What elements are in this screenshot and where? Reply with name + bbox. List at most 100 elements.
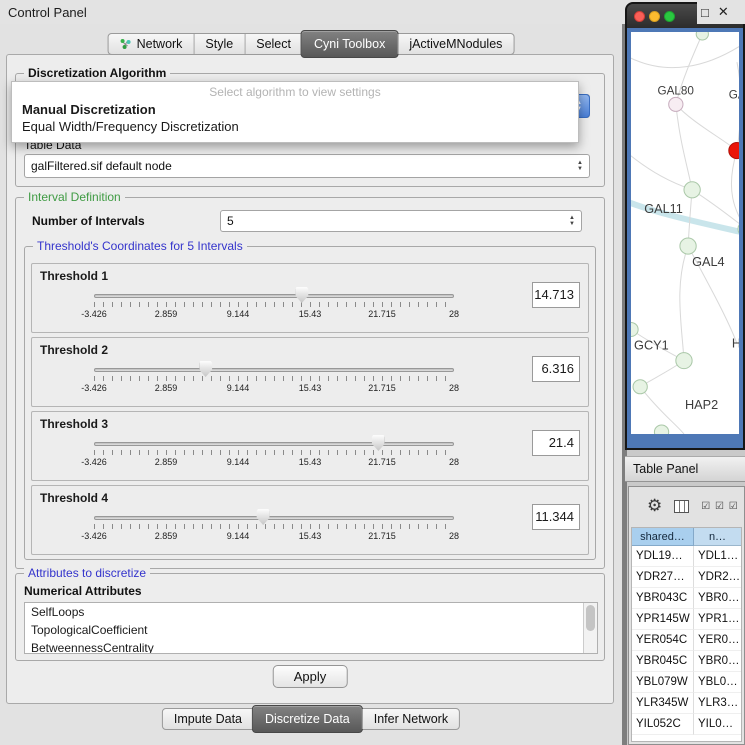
minimize-traffic-light-icon[interactable] — [649, 11, 660, 22]
network-node-selected-red[interactable] — [729, 143, 739, 159]
threshold-scale: -3.4262.8599.14415.4321.71528 — [94, 457, 454, 469]
node-label: GAL4 — [692, 255, 725, 269]
numerical-attributes-list[interactable]: SelfLoops TopologicalCoefficient Between… — [24, 602, 598, 654]
slider-ticks — [94, 376, 454, 381]
threshold-slider[interactable]: -3.4262.8599.14415.4321.71528 — [94, 434, 454, 474]
network-node-gal80[interactable] — [669, 97, 683, 111]
attributes-group: Attributes to discretize Numerical Attri… — [15, 573, 605, 661]
scale-label: 9.144 — [227, 531, 250, 541]
cell: YBL0… — [694, 672, 741, 693]
popup-item-manual-discretization[interactable]: Manual Discretization — [12, 101, 578, 118]
float-window-icon[interactable]: □ — [701, 5, 709, 20]
network-node-gal11[interactable] — [684, 182, 700, 198]
threshold-slider[interactable]: -3.4262.8599.14415.4321.71528 — [94, 508, 454, 548]
tab-network[interactable]: Network — [109, 34, 194, 54]
discretization-algorithm-legend: Discretization Algorithm — [24, 66, 170, 80]
network-node[interactable] — [696, 32, 708, 40]
column-header-shared-name[interactable]: shared… — [632, 528, 694, 546]
tab-infer-network[interactable]: Infer Network — [362, 709, 459, 729]
network-node-hap2[interactable] — [654, 425, 668, 434]
network-node-gal4[interactable] — [680, 238, 696, 254]
table-row[interactable]: YBR043CYBR0… — [632, 588, 741, 609]
scale-label: 15.43 — [299, 531, 322, 541]
scale-label: 28 — [449, 531, 459, 541]
popup-item-equal-width-frequency[interactable]: Equal Width/Frequency Discretization — [12, 118, 578, 135]
network-node-gcy1[interactable] — [631, 322, 638, 336]
gear-icon[interactable]: ⚙ — [647, 496, 662, 516]
threshold-slider[interactable]: -3.4262.8599.14415.4321.71528 — [94, 286, 454, 326]
threshold-slider-thumb[interactable] — [199, 361, 212, 377]
table-panel-titlebar: Table Panel — [625, 456, 745, 482]
table-data-combobox[interactable]: galFiltered.sif default node — [24, 154, 590, 178]
list-item[interactable]: BetweennessCentrality — [25, 639, 597, 654]
threshold-slider-thumb[interactable] — [257, 509, 270, 525]
tab-label: Impute Data — [174, 712, 242, 726]
network-canvas[interactable]: GAL80 GA GAL11 GAL4 GCY1 HAP2 H — [627, 28, 743, 448]
tab-discretize-data[interactable]: Discretize Data — [252, 705, 363, 733]
cell: YLR3… — [694, 693, 741, 714]
apply-button[interactable]: Apply — [273, 665, 348, 688]
combo-arrows-icon — [569, 215, 575, 227]
table-row[interactable]: YPR145WYPR1… — [632, 609, 741, 630]
slider-track[interactable] — [94, 442, 454, 446]
list-item[interactable]: SelfLoops — [25, 603, 597, 621]
table-panel-title: Table Panel — [633, 462, 698, 476]
checkbox-icons[interactable]: ☑ ☑ ☑ — [701, 501, 738, 512]
threshold-slider[interactable]: -3.4262.8599.14415.4321.71528 — [94, 360, 454, 400]
tab-select[interactable]: Select — [244, 34, 302, 54]
number-of-intervals-combobox[interactable]: 5 — [220, 210, 582, 232]
scale-label: 21.715 — [368, 457, 396, 467]
slider-track[interactable] — [94, 294, 454, 298]
threshold-scale: -3.4262.8599.14415.4321.71528 — [94, 309, 454, 321]
columns-icon[interactable] — [674, 500, 689, 513]
threshold-value-field[interactable]: 11.344 — [532, 504, 580, 530]
threshold-slider-thumb[interactable] — [372, 435, 385, 451]
algorithm-popup-hint: Select algorithm to view settings — [12, 85, 578, 101]
scale-label: 15.43 — [299, 309, 322, 319]
threshold-value-field[interactable]: 21.4 — [532, 430, 580, 456]
close-icon[interactable]: ✕ — [718, 4, 729, 20]
node-label: GAL80 — [657, 84, 694, 97]
control-panel-tabs: Network Style Select Cyni Toolbox jActiv… — [108, 33, 515, 55]
threshold-slider-thumb[interactable] — [295, 287, 308, 303]
node-label: GCY1 — [634, 339, 669, 353]
table-row[interactable]: YIL052CYIL0… — [632, 714, 741, 735]
number-of-intervals-value: 5 — [227, 214, 234, 228]
panel-window-buttons: □ ✕ — [697, 0, 745, 24]
list-item[interactable]: TopologicalCoefficient — [25, 621, 597, 639]
combo-arrows-icon — [577, 160, 583, 172]
cell: YER054C — [632, 630, 694, 651]
table-row[interactable]: YDL19…YDL1… — [632, 546, 741, 567]
node-label: HAP2 — [685, 398, 718, 412]
table-row[interactable]: YDR27…YDR2… — [632, 567, 741, 588]
scrollbar-thumb[interactable] — [586, 605, 595, 631]
cell: YBR0… — [694, 588, 741, 609]
tab-style[interactable]: Style — [193, 34, 244, 54]
table-row[interactable]: YLR345WYLR3… — [632, 693, 741, 714]
threshold-4-card: Threshold 4 -3.4262.8599.14415.4321.7152… — [31, 485, 589, 555]
table-row[interactable]: YBR045CYBR0… — [632, 651, 741, 672]
slider-track[interactable] — [94, 516, 454, 520]
tab-jactivemnodules[interactable]: jActiveMNodules — [397, 34, 513, 54]
table-row[interactable]: YBL079WYBL0… — [632, 672, 741, 693]
column-header-name[interactable]: n… — [694, 528, 741, 546]
tab-impute-data[interactable]: Impute Data — [163, 709, 253, 729]
cell: YLR345W — [632, 693, 694, 714]
network-node[interactable] — [633, 380, 647, 394]
list-scrollbar[interactable] — [583, 603, 597, 653]
threshold-scale: -3.4262.8599.14415.4321.71528 — [94, 383, 454, 395]
close-traffic-light-icon[interactable] — [634, 11, 645, 22]
cell: YPR1… — [694, 609, 741, 630]
scale-label: 21.715 — [368, 383, 396, 393]
scale-label: 9.144 — [227, 457, 250, 467]
cell: YBR043C — [632, 588, 694, 609]
scale-label: 28 — [449, 457, 459, 467]
slider-track[interactable] — [94, 368, 454, 372]
zoom-traffic-light-icon[interactable] — [664, 11, 675, 22]
threshold-value-field[interactable]: 14.713 — [532, 282, 580, 308]
table-row[interactable]: YER054CYER0… — [632, 630, 741, 651]
threshold-value-field[interactable]: 6.316 — [532, 356, 580, 382]
network-node[interactable] — [676, 353, 692, 369]
tab-cyni-toolbox[interactable]: Cyni Toolbox — [301, 30, 398, 58]
scale-label: 15.43 — [299, 457, 322, 467]
